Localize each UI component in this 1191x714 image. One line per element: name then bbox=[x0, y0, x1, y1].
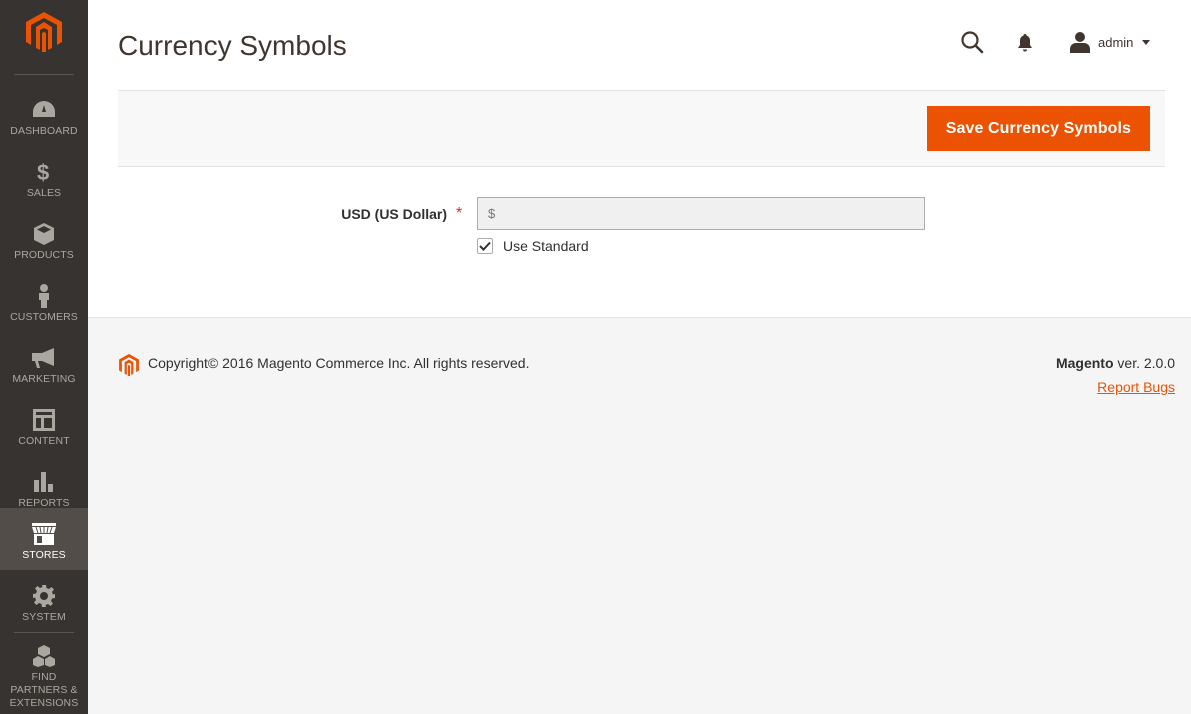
dashboard-icon bbox=[33, 101, 55, 117]
version-text: Magento ver. 2.0.0 bbox=[1056, 355, 1175, 371]
save-currency-symbols-button[interactable]: Save Currency Symbols bbox=[926, 106, 1150, 151]
sidebar-item-customers[interactable]: Customers bbox=[0, 270, 88, 332]
user-menu[interactable]: admin bbox=[1070, 28, 1151, 56]
sidebar-item-dashboard[interactable]: Dashboard bbox=[0, 84, 88, 146]
page-title: Currency Symbols bbox=[118, 30, 347, 61]
gear-icon bbox=[33, 585, 55, 607]
sidebar-item-label: Content bbox=[18, 435, 70, 447]
megaphone-icon bbox=[32, 348, 54, 368]
page-footer: Copyright© 2016 Magento Commerce Inc. Al… bbox=[88, 318, 1191, 714]
checkmark-icon bbox=[479, 241, 491, 251]
sidebar-item-label: Customers bbox=[10, 311, 78, 323]
brand-name: Magento bbox=[1055, 355, 1114, 371]
required-indicator: * bbox=[456, 205, 463, 222]
logo-divider bbox=[14, 74, 74, 75]
sidebar-item-label: Dashboard bbox=[10, 125, 78, 137]
user-name: admin bbox=[1098, 34, 1134, 50]
bell-icon[interactable] bbox=[1016, 32, 1034, 54]
sidebar-divider bbox=[14, 632, 74, 633]
magento-logo-icon bbox=[119, 354, 139, 376]
use-standard-label: Use Standard bbox=[503, 238, 589, 254]
box-icon bbox=[34, 223, 54, 245]
sidebar-item-label: System bbox=[22, 611, 66, 623]
main-content: Currency Symbols admin Save Currency Sym… bbox=[88, 0, 1191, 318]
report-bugs-link[interactable]: Report Bugs bbox=[1097, 379, 1175, 395]
use-standard-toggle[interactable]: Use Standard bbox=[477, 238, 589, 254]
boxes-icon bbox=[33, 645, 55, 667]
chevron-down-icon bbox=[1142, 40, 1151, 45]
sidebar-item-content[interactable]: Content bbox=[0, 394, 88, 456]
use-standard-checkbox[interactable] bbox=[477, 238, 493, 254]
svg-text:$: $ bbox=[37, 161, 49, 183]
search-icon[interactable] bbox=[960, 30, 986, 56]
dollar-icon: $ bbox=[37, 161, 49, 183]
sidebar-item-label: Sales bbox=[26, 187, 62, 199]
page-actions-bar: Save Currency Symbols bbox=[118, 90, 1165, 167]
sidebar-item-stores[interactable]: Stores bbox=[0, 508, 88, 570]
sidebar-item-system[interactable]: System bbox=[0, 570, 88, 632]
sidebar-item-label: Find Partners & Extensions bbox=[9, 671, 79, 709]
bar-chart-icon bbox=[34, 472, 53, 492]
sidebar-item-products[interactable]: Products bbox=[0, 208, 88, 270]
sidebar-item-sales[interactable]: $ Sales bbox=[0, 146, 88, 208]
user-icon bbox=[1070, 32, 1090, 53]
sidebar-item-label: Marketing bbox=[12, 373, 76, 385]
copyright-text: Copyright© 2016 Magento Commerce Inc. Al… bbox=[148, 355, 530, 371]
magento-logo-icon[interactable] bbox=[26, 12, 62, 52]
sidebar-item-label: Stores bbox=[22, 549, 66, 561]
sidebar-item-marketing[interactable]: Marketing bbox=[0, 332, 88, 394]
person-icon bbox=[39, 284, 49, 308]
storefront-icon bbox=[32, 523, 56, 545]
layout-icon bbox=[33, 409, 55, 431]
version-number: ver. 2.0.0 bbox=[1113, 355, 1175, 371]
sidebar-item-label: Products bbox=[14, 249, 74, 261]
admin-sidebar: Dashboard $ Sales Products Customers Mar… bbox=[0, 0, 88, 714]
sidebar-item-find-partners[interactable]: Find Partners & Extensions bbox=[0, 640, 88, 714]
usd-field-label: USD (US Dollar) bbox=[341, 206, 447, 222]
usd-symbol-input[interactable] bbox=[477, 197, 925, 230]
